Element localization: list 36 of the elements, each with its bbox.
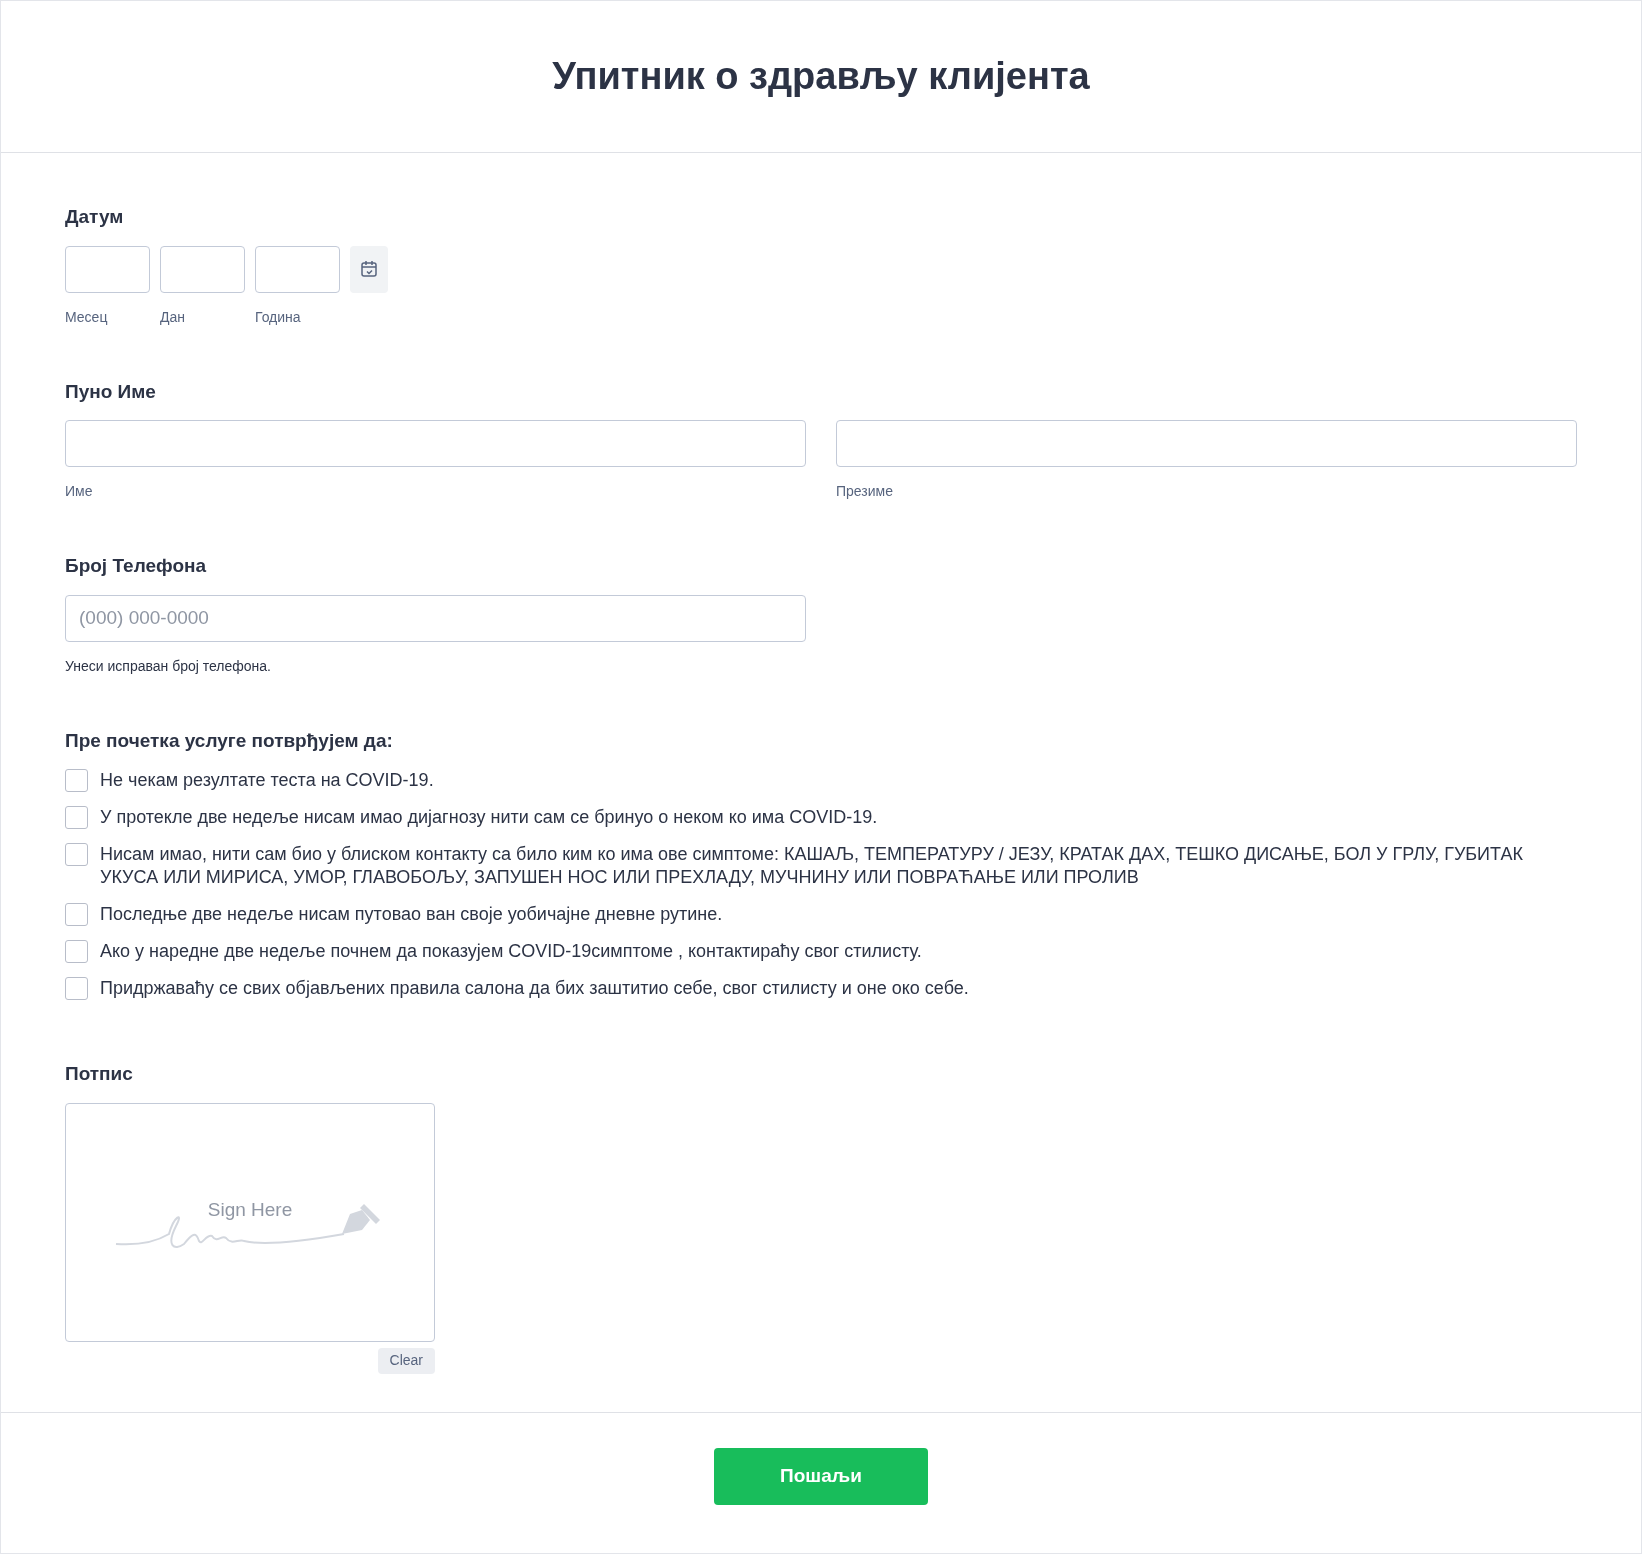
checkbox-label: Придржаваћу се свих објављених правила салона да бих заштитио себе, свог стилисту и оне око себе. xyxy=(100,977,969,1000)
checkbox[interactable] xyxy=(65,903,88,926)
field-sublabel: Дан xyxy=(160,307,186,327)
clear-button[interactable]: Clear xyxy=(377,1347,435,1374)
field-label: Број Телефона xyxy=(65,554,208,578)
field-sublabel: Име xyxy=(65,482,94,501)
checkbox[interactable] xyxy=(65,769,88,792)
signature-pad[interactable]: Sign Here xyxy=(65,1102,435,1342)
field-sublabel: Година xyxy=(255,307,302,327)
submit-button[interactable]: Пошаљи xyxy=(714,1448,928,1505)
name-input[interactable] xyxy=(836,420,1577,467)
field-sublabel: Месец xyxy=(65,307,109,327)
field-label: Потпис xyxy=(65,1062,134,1086)
calendar-icon xyxy=(360,260,378,278)
calendar-button[interactable] xyxy=(350,245,388,293)
checkbox-label: У протекле две недеље нисам имао дијагнозу нити сам се бринуо о неком ко има COVID-19. xyxy=(100,806,878,829)
checkbox[interactable] xyxy=(65,806,88,829)
signature-hint: Sign Here xyxy=(207,1197,293,1222)
field-label: Пуно Име xyxy=(65,379,157,404)
name-input[interactable] xyxy=(65,420,806,467)
checkbox[interactable] xyxy=(65,940,88,963)
checkbox-label: Не чекам резултате теста на COVID-19. xyxy=(100,769,434,792)
checkbox-label: Нисам имао, нити сам био у блиском контакту са било ким ко има ове симптоме: КАШАЉ, ТЕМПЕРАТУРУ / ЈЕЗУ, КРАТАК ДАХ, ТЕШКО ДИСАЊЕ, БОЛ У ГРЛУ, ГУБИТАК УКУСА ИЛИ МИРИСА, УМОР, ГЛАВОБОЉУ, ЗАПУШЕН НОС ИЛИ ПРЕХЛАДУ, МУЧНИНУ ИЛИ ПОВРАЋАЊЕ ИЛИ ПРОЛИВ xyxy=(100,843,1524,889)
help-text: Унеси исправан број телефона. xyxy=(65,656,272,676)
field-label: Пре почетка услуге потврђујем да: xyxy=(65,728,394,753)
date-input[interactable] xyxy=(255,245,340,293)
form-title: Упитник о здрављу клијента xyxy=(552,54,1090,99)
checkbox-label: Последње две недеље нисам путовао ван своје уобичајне дневне рутине. xyxy=(100,903,723,926)
checkbox[interactable] xyxy=(65,843,88,866)
phone-input[interactable]: (000) 000-0000 xyxy=(65,594,806,642)
date-input[interactable] xyxy=(160,245,245,293)
checkbox[interactable] xyxy=(65,977,88,1000)
field-label: Датум xyxy=(65,205,125,229)
date-input[interactable] xyxy=(65,245,150,293)
field-sublabel: Презиме xyxy=(836,482,894,501)
checkbox-label: Ако у наредне две недеље почнем да показујем COVID-19симптоме , контактираћу свог стилисту. xyxy=(100,940,922,963)
